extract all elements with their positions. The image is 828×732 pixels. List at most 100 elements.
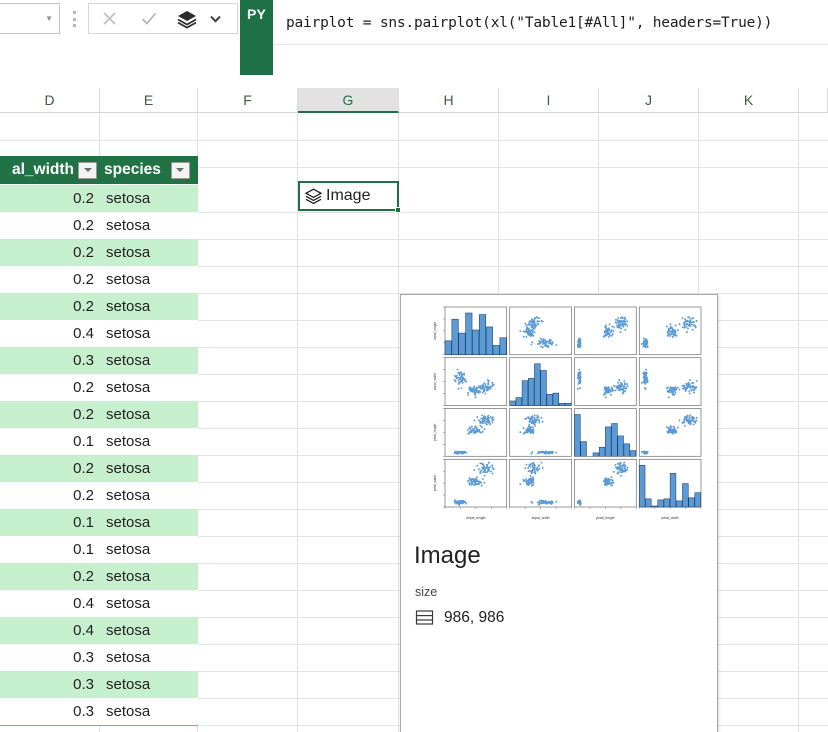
table-row[interactable]: 0.4setosa xyxy=(0,617,198,644)
cell-species[interactable]: setosa xyxy=(100,590,198,617)
column-header-partial[interactable] xyxy=(799,88,828,113)
cell-petal-width[interactable]: 0.2 xyxy=(0,374,100,401)
table-row[interactable]: 0.2setosa xyxy=(0,185,198,212)
cell-petal-width[interactable]: 0.2 xyxy=(0,563,100,590)
cell-species[interactable]: setosa xyxy=(100,266,198,293)
cell-petal-width[interactable]: 0.3 xyxy=(0,671,100,698)
cell-petal-width[interactable]: 0.2 xyxy=(0,185,100,212)
table-row[interactable]: 0.1setosa xyxy=(0,509,198,536)
table-row[interactable]: 0.2setosa xyxy=(0,266,198,293)
cell-petal-width[interactable]: 0.2 xyxy=(0,239,100,266)
cell-species[interactable]: setosa xyxy=(100,617,198,644)
cell-petal-width[interactable]: 0.1 xyxy=(0,509,100,536)
filter-dropdown-icon-petal-width[interactable] xyxy=(78,162,97,179)
column-header-i[interactable]: I xyxy=(499,88,599,113)
table-row[interactable]: 0.4setosa xyxy=(0,590,198,617)
cell-petal-width[interactable]: 0.4 xyxy=(0,617,100,644)
formula-action-group xyxy=(88,3,238,34)
cell-species[interactable]: setosa xyxy=(100,212,198,239)
column-header-e[interactable]: E xyxy=(100,88,198,113)
column-header-d[interactable]: D xyxy=(0,88,100,113)
chevron-down-icon xyxy=(210,15,221,23)
table-row[interactable]: 0.4setosa xyxy=(0,320,198,347)
selected-cell-label: Image xyxy=(326,187,370,205)
cell-petal-width[interactable]: 0.2 xyxy=(0,293,100,320)
cell-petal-width[interactable]: 0.4 xyxy=(0,590,100,617)
card-property-value: 986, 986 xyxy=(444,609,504,627)
table-column-header-species: species xyxy=(104,161,161,179)
table-row[interactable]: 0.2setosa xyxy=(0,482,198,509)
cell-petal-width[interactable]: 0.2 xyxy=(0,212,100,239)
python-object-button[interactable] xyxy=(169,4,205,33)
cell-petal-width[interactable]: 0.3 xyxy=(0,644,100,671)
pairplot-x-axis-label: sepal_length xyxy=(466,516,485,520)
column-header-j[interactable]: J xyxy=(599,88,699,113)
spreadsheet-grid[interactable]: al_width species 0.2setosa0.2setosa0.2se… xyxy=(0,113,828,732)
cell-species[interactable]: setosa xyxy=(100,374,198,401)
formula-input[interactable]: pairplot = sns.pairplot(xl("Table1[#All]… xyxy=(273,0,828,45)
card-title: Image xyxy=(414,542,481,570)
cell-species[interactable]: setosa xyxy=(100,293,198,320)
selected-cell-g4[interactable]: Image xyxy=(298,181,399,211)
cell-species[interactable]: setosa xyxy=(100,509,198,536)
cell-petal-width[interactable]: 0.2 xyxy=(0,455,100,482)
cell-species[interactable]: setosa xyxy=(100,455,198,482)
pairplot-x-axis-label: petal_length xyxy=(596,516,615,520)
cell-petal-width[interactable]: 0.3 xyxy=(0,347,100,374)
table-row[interactable]: 0.2setosa xyxy=(0,374,198,401)
table-row[interactable]: 0.3setosa xyxy=(0,347,198,374)
table-row[interactable]: 0.2setosa xyxy=(0,212,198,239)
cell-petal-width[interactable]: 0.3 xyxy=(0,698,100,725)
table-row[interactable]: 0.2setosa xyxy=(0,293,198,320)
dimensions-table-icon xyxy=(415,608,434,627)
table-row[interactable]: 0.3setosa xyxy=(0,644,198,671)
table-row[interactable]: 0.2setosa xyxy=(0,455,198,482)
fill-handle[interactable] xyxy=(395,207,401,213)
table-row[interactable]: 0.3setosa xyxy=(0,671,198,698)
enter-button[interactable] xyxy=(129,4,169,33)
column-header-f[interactable]: F xyxy=(198,88,298,113)
cell-species[interactable]: setosa xyxy=(100,347,198,374)
table-row[interactable]: 0.1setosa xyxy=(0,428,198,455)
pairplot-panel xyxy=(575,358,637,406)
table-row[interactable]: 0.2setosa xyxy=(0,239,198,266)
cell-petal-width[interactable]: 0.1 xyxy=(0,428,100,455)
cell-petal-width[interactable]: 0.1 xyxy=(0,536,100,563)
column-header-k[interactable]: K xyxy=(699,88,799,113)
image-preview-card[interactable]: sepal_lengthsepal_widthpetal_lengthpetal… xyxy=(400,294,718,732)
python-object-dropdown[interactable] xyxy=(205,4,225,33)
cell-species[interactable]: setosa xyxy=(100,536,198,563)
filter-dropdown-icon-species[interactable] xyxy=(171,162,190,179)
chevron-down-icon: ▼ xyxy=(45,15,53,23)
column-header-row: D E F G H I J K xyxy=(0,88,828,113)
name-box[interactable]: ▼ xyxy=(0,3,60,34)
cell-petal-width[interactable]: 0.2 xyxy=(0,401,100,428)
pairplot-y-axis-label: sepal_width xyxy=(433,373,437,390)
cell-species[interactable]: setosa xyxy=(100,671,198,698)
cell-petal-width[interactable]: 0.2 xyxy=(0,266,100,293)
cell-petal-width[interactable]: 0.2 xyxy=(0,482,100,509)
table-row[interactable]: 0.2setosa xyxy=(0,401,198,428)
table-row[interactable]: 0.2setosa xyxy=(0,563,198,590)
cancel-button[interactable] xyxy=(89,4,129,33)
formula-bar-drag-handle[interactable] xyxy=(70,9,78,29)
column-header-g[interactable]: G xyxy=(298,88,399,113)
pairplot-x-axis-label: sepal_width xyxy=(532,516,550,520)
formula-bar-area: ▼ xyxy=(0,0,828,84)
column-header-h[interactable]: H xyxy=(399,88,499,113)
table-row[interactable]: 0.1setosa xyxy=(0,536,198,563)
cell-species[interactable]: setosa xyxy=(100,563,198,590)
formula-bar-divider xyxy=(273,44,828,45)
cell-species[interactable]: setosa xyxy=(100,320,198,347)
image-object-layers-icon xyxy=(304,187,323,206)
python-mode-badge[interactable]: PY xyxy=(240,0,273,75)
cell-species[interactable]: setosa xyxy=(100,482,198,509)
cell-species[interactable]: setosa xyxy=(100,401,198,428)
table-row[interactable]: 0.3setosa xyxy=(0,698,198,725)
cell-species[interactable]: setosa xyxy=(100,239,198,266)
cell-species[interactable]: setosa xyxy=(100,185,198,212)
cell-species[interactable]: setosa xyxy=(100,644,198,671)
cell-petal-width[interactable]: 0.4 xyxy=(0,320,100,347)
cell-species[interactable]: setosa xyxy=(100,698,198,725)
cell-species[interactable]: setosa xyxy=(100,428,198,455)
